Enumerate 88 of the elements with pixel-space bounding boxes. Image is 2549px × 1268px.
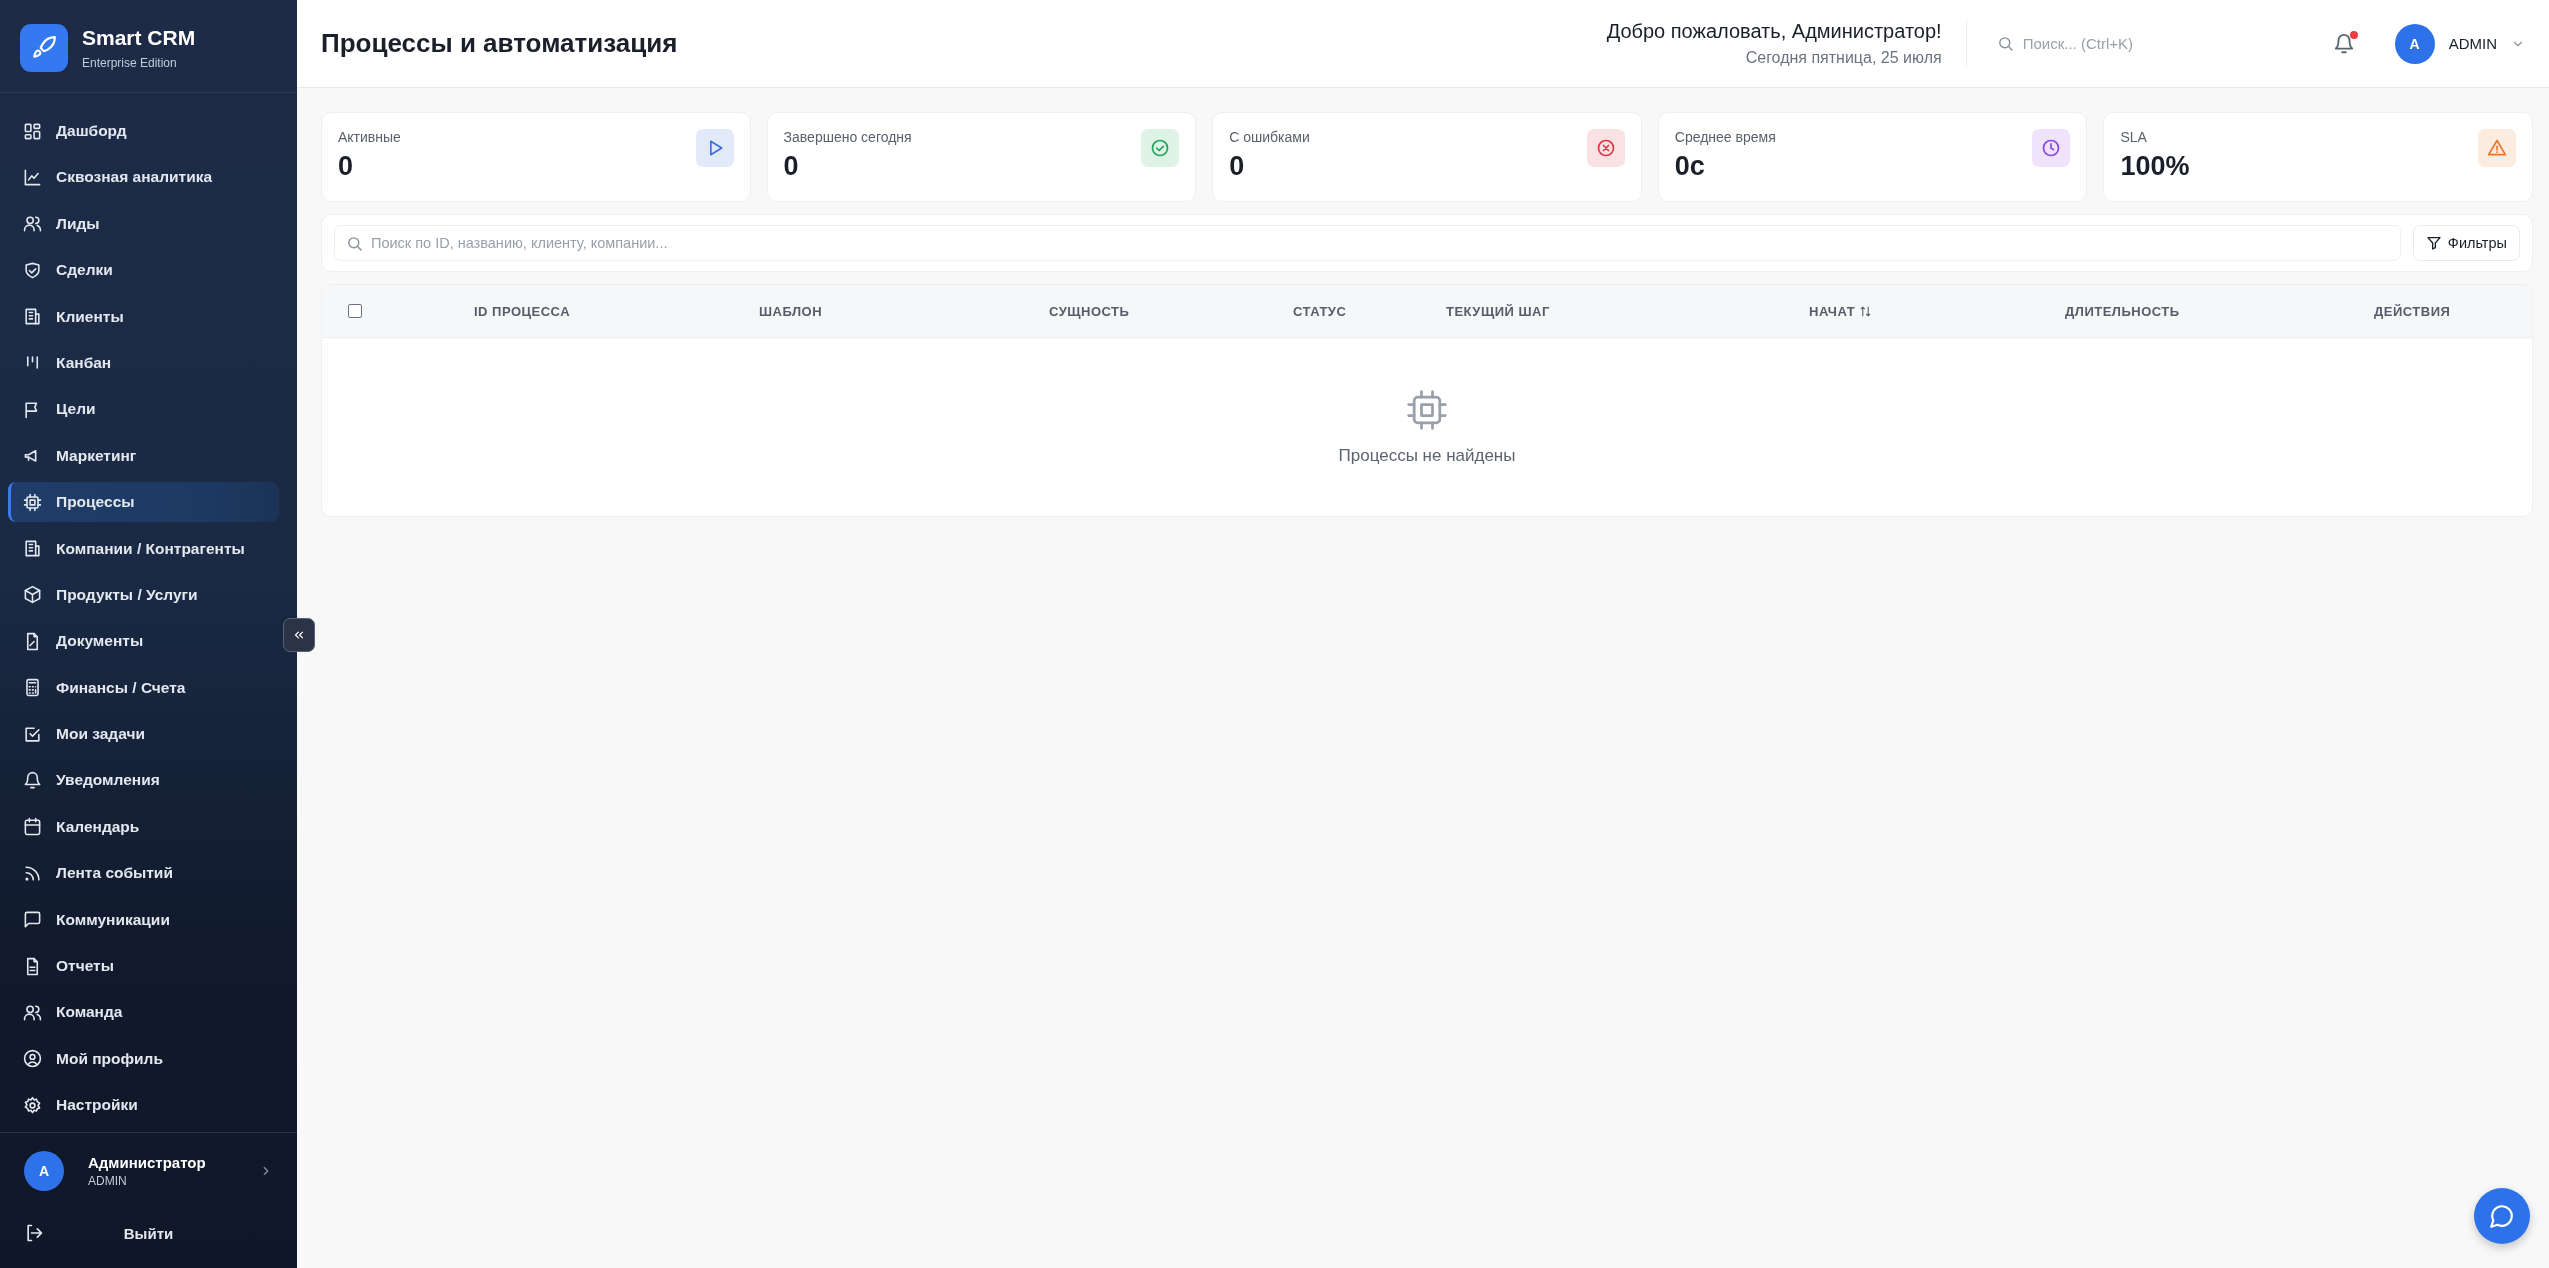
logout-button[interactable]: Выйти <box>0 1208 297 1268</box>
profile-icon <box>23 1049 42 1069</box>
search-field[interactable]: Поиск по ID, названию, клиенту, компании... <box>334 225 2401 261</box>
settings-icon <box>23 1095 42 1115</box>
stat-label: С ошибками <box>1229 129 1310 145</box>
stat-label: SLA <box>2120 129 2148 145</box>
user-role: ADMIN <box>88 1173 128 1188</box>
date-text: Сегодня пятница, 25 июля <box>1744 49 1942 67</box>
collapse-button[interactable] <box>283 618 315 652</box>
logout-icon <box>24 1223 44 1244</box>
double-chevron-icon <box>292 628 306 642</box>
chart-icon <box>23 167 42 187</box>
avatar: A <box>2394 23 2435 64</box>
column-header: ID ПРОЦЕССА <box>474 304 571 319</box>
chip-icon <box>1405 388 1449 432</box>
sidebar-item[interactable]: Команда <box>8 992 279 1033</box>
filter-button[interactable]: Фильтры <box>2412 225 2520 261</box>
stat-value: 100% <box>2120 151 2190 182</box>
user-card[interactable]: A Администратор ADMIN <box>0 1131 297 1209</box>
clock-icon <box>2041 138 2062 158</box>
sidebar-item[interactable]: Календарь <box>8 806 279 847</box>
bell-icon <box>2332 32 2355 55</box>
column-header: ТЕКУЩИЙ ШАГ <box>1446 304 1550 319</box>
sidebar-item[interactable]: Цели <box>8 389 279 430</box>
stat-value: 0 <box>338 151 355 182</box>
team-icon <box>23 1002 42 1022</box>
sidebar-item[interactable]: Уведомления <box>8 760 279 801</box>
notification-button[interactable] <box>2332 32 2355 55</box>
search-field[interactable]: Поиск... (Ctrl+K) <box>1982 22 2303 65</box>
brand-edition: Enterprise Edition <box>82 56 178 70</box>
sidebar-item[interactable]: Отчеты <box>8 946 279 987</box>
user-menu[interactable]: A ADMIN <box>2394 23 2525 64</box>
stat-label: Завершено сегодня <box>783 129 912 145</box>
rss-icon <box>23 863 42 883</box>
sidebar-item[interactable]: Маркетинг <box>8 435 279 476</box>
sidebar-item[interactable]: Сквозная аналитика <box>8 157 279 198</box>
check-circle-icon <box>1150 138 1171 158</box>
calculator-icon <box>23 678 42 698</box>
column-header: СУЩНОСТЬ <box>1049 304 1130 319</box>
filter-icon <box>2425 235 2442 251</box>
column-header: СТАТУС <box>1293 304 1347 319</box>
sidebar-item[interactable]: Процессы <box>8 482 279 523</box>
sidebar-item[interactable]: Сделки <box>8 250 279 291</box>
sidebar-item[interactable]: Клиенты <box>8 296 279 337</box>
calendar-icon <box>23 817 42 837</box>
user-name: ADMIN <box>2448 35 2497 52</box>
sidebar-item[interactable]: Коммуникации <box>8 899 279 940</box>
empty-message: Процессы не найдены <box>1338 446 1516 466</box>
chat-icon <box>2489 1203 2515 1229</box>
sidebar-item[interactable]: Канбан <box>8 342 279 383</box>
bell-icon <box>23 770 42 790</box>
users-icon <box>23 214 42 234</box>
box-icon <box>23 585 42 605</box>
stat-value: 0 <box>1229 151 1246 182</box>
user-name: Администратор <box>88 1153 207 1171</box>
chip-icon <box>23 492 42 512</box>
welcome-text: Добро пожаловать, Администратор! <box>1606 20 1942 43</box>
task-icon <box>23 724 42 744</box>
sidebar-item[interactable]: Настройки <box>8 1085 279 1126</box>
sidebar-item[interactable]: Мои задачи <box>8 714 279 755</box>
avatar: A <box>24 1150 64 1191</box>
grid-icon <box>23 121 42 141</box>
x-circle-icon <box>1595 138 1616 158</box>
stat-label: Активные <box>338 129 401 145</box>
warning-icon <box>2486 138 2507 158</box>
stat-value: 0с <box>1674 151 1706 182</box>
select-all-checkbox[interactable] <box>348 304 362 318</box>
stat-label: Среднее время <box>1674 129 1776 145</box>
sidebar-item[interactable]: Лента событий <box>8 853 279 894</box>
sidebar-item[interactable]: Продукты / Услуги <box>8 574 279 615</box>
building-icon <box>23 539 42 558</box>
sidebar-item[interactable]: Лиды <box>8 203 279 244</box>
column-header[interactable]: НАЧАТ <box>1809 304 1856 319</box>
column-header: ДЕЙСТВИЯ <box>2374 304 2451 319</box>
sidebar-item[interactable]: Компании / Контрагенты <box>8 528 279 569</box>
brand-name: Smart CRM <box>82 26 196 50</box>
column-header: ДЛИТЕЛЬНОСТЬ <box>2065 304 2180 319</box>
stat-value: 0 <box>783 151 800 182</box>
sidebar-item[interactable]: Документы <box>8 621 279 662</box>
search-icon <box>346 234 363 252</box>
building-icon <box>23 307 42 327</box>
page-title: Процессы и автоматизация <box>321 28 678 59</box>
search-icon <box>1996 35 2014 52</box>
chat-icon <box>23 910 42 930</box>
column-header: ШАБЛОН <box>759 304 823 319</box>
sidebar-item[interactable]: Мой профиль <box>8 1038 279 1079</box>
sidebar-item[interactable]: Дашборд <box>8 111 279 151</box>
sidebar-item[interactable]: Финансы / Счета <box>8 667 279 708</box>
